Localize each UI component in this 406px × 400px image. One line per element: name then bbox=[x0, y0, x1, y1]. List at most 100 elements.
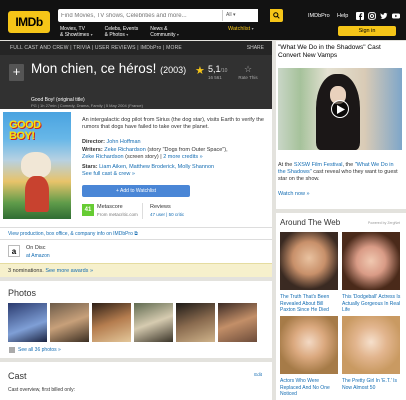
search-icon bbox=[273, 12, 280, 19]
full-cast-link[interactable]: See full cast & crew » bbox=[82, 171, 135, 177]
featured-headline[interactable]: "What We Do in the Shadows" Cast Convert… bbox=[278, 44, 402, 60]
featured-video[interactable] bbox=[278, 68, 402, 150]
powered-by: Powered by ZergNet bbox=[367, 221, 400, 225]
play-button[interactable] bbox=[331, 100, 349, 118]
search-category-select[interactable]: All ▾ bbox=[222, 10, 258, 21]
photo-thumbnail[interactable] bbox=[218, 303, 257, 342]
stars-links[interactable]: Liam Aiken, Matthew Broderick, Molly Sha… bbox=[99, 164, 214, 170]
imdbpro-info-text: View production, box office, & company i… bbox=[8, 231, 133, 237]
star-icon: ★ bbox=[195, 65, 205, 77]
credit-label: Writers: bbox=[82, 147, 103, 153]
web-item-caption[interactable]: The Pretty Girl In 'E.T.' Is Now Almost … bbox=[342, 378, 402, 391]
caret-down-icon: ▾ bbox=[251, 26, 254, 31]
metascore-badge[interactable]: 41 bbox=[82, 204, 94, 216]
writer-note: (screen story) | bbox=[123, 154, 162, 160]
director-credit: Director: John Hoffman bbox=[82, 139, 264, 146]
writer-note: (story "Dogs from Outer Space"), bbox=[145, 147, 228, 153]
amazon-logo-icon[interactable]: a bbox=[8, 245, 20, 257]
search-box: All ▾ bbox=[58, 9, 258, 22]
rate-this-label: Rate This bbox=[238, 75, 258, 80]
search-input[interactable] bbox=[58, 9, 224, 22]
awards-row: 3 nominations. See more awards » bbox=[0, 263, 272, 277]
photo-thumbnail[interactable] bbox=[92, 303, 131, 342]
credit-label: Director: bbox=[82, 139, 105, 145]
twitter-icon[interactable] bbox=[380, 12, 388, 20]
share-button[interactable]: SHARE bbox=[247, 45, 264, 51]
photo-thumbnail[interactable] bbox=[50, 303, 89, 342]
movie-title: Mon chien, ce héros! (2003) bbox=[31, 61, 191, 78]
imdbpro-row: View production, box office, & company i… bbox=[0, 227, 272, 239]
amazon-on-disc[interactable]: On Disc bbox=[26, 245, 46, 251]
nav-celebs[interactable]: Celebs, Events & Photos ▾ bbox=[105, 26, 139, 38]
external-link-icon: ⧉ bbox=[134, 231, 138, 237]
more-credits-link[interactable]: 2 more credits » bbox=[163, 154, 202, 160]
facebook-icon[interactable] bbox=[356, 12, 364, 20]
web-item-caption[interactable]: This 'Dodgeball' Actress Is Actually Gor… bbox=[342, 294, 402, 314]
web-item-caption[interactable]: Actors Who Were Replaced And No One Noti… bbox=[280, 378, 340, 398]
watchlist-label: Watchlist bbox=[228, 26, 251, 32]
amazon-link[interactable]: at Amazon bbox=[26, 253, 50, 259]
director-link[interactable]: John Hoffman bbox=[106, 139, 140, 145]
movie-year[interactable]: (2003) bbox=[160, 65, 186, 75]
nav-news[interactable]: News & Community ▾ bbox=[150, 26, 179, 38]
writer-link[interactable]: Zeke Richardson bbox=[82, 154, 124, 160]
help-link[interactable]: Help bbox=[337, 13, 348, 19]
cast-edit-link[interactable]: Edit bbox=[254, 372, 262, 377]
writers-credit: Writers: Zeke Richardson (story "Dogs fr… bbox=[82, 147, 264, 161]
main-nav: Movies, TV & Showtimes ▾ Celebs, Events & … bbox=[60, 26, 191, 38]
photos-section: Photos See all 36 photos » bbox=[0, 281, 272, 358]
poster-title: GOOD BOY! bbox=[9, 120, 41, 142]
movie-poster[interactable]: GOOD BOY! bbox=[3, 112, 71, 219]
photo-thumbnail[interactable] bbox=[8, 303, 47, 342]
nav-label: & Showtimes bbox=[60, 32, 90, 38]
web-item-image[interactable] bbox=[280, 316, 338, 374]
poster-title-line: BOY! bbox=[9, 130, 35, 142]
more-awards-link[interactable]: See more awards » bbox=[45, 268, 93, 274]
web-item-image[interactable] bbox=[342, 316, 400, 374]
reviews-counts[interactable]: 47 user | 50 critic bbox=[150, 212, 184, 217]
subnav-links[interactable]: FULL CAST AND CREW | TRIVIA | USER REVIE… bbox=[10, 45, 182, 51]
rating-max: /10 bbox=[220, 68, 228, 74]
cast-section: Cast Edit Cast overview, first billed on… bbox=[0, 362, 272, 400]
web-item-image[interactable] bbox=[342, 232, 400, 290]
writer-link[interactable]: Zeke Richardson bbox=[104, 147, 146, 153]
photos-title: Photos bbox=[8, 288, 37, 298]
see-all-photos-link[interactable]: See all 36 photos » bbox=[18, 347, 61, 353]
sign-in-button[interactable]: Sign in bbox=[338, 26, 396, 36]
title-block: + Mon chien, ce héros! (2003) Good Boy! … bbox=[0, 55, 272, 109]
add-to-watchlist-ribbon[interactable]: + bbox=[9, 64, 24, 81]
watch-now-link[interactable]: Watch now » bbox=[278, 191, 310, 197]
awards-text: 3 nominations. See more awards » bbox=[8, 268, 93, 274]
search-button[interactable] bbox=[270, 9, 283, 22]
watchlist-link[interactable]: Watchlist ▾ bbox=[228, 26, 254, 32]
divider bbox=[142, 203, 143, 219]
photo-thumbnail[interactable] bbox=[176, 303, 215, 342]
title-overview: GOOD BOY! An intergalactic dog pilot from… bbox=[0, 109, 272, 227]
photo-thumbnail[interactable] bbox=[134, 303, 173, 342]
web-item-caption[interactable]: The Truth That's Been Revealed About Bil… bbox=[280, 294, 340, 314]
rating-count[interactable]: 16 561 bbox=[208, 75, 222, 80]
instagram-icon[interactable] bbox=[368, 12, 376, 20]
add-to-watchlist-button[interactable]: + Add to Watchlist bbox=[82, 185, 190, 197]
caret-down-icon: ▾ bbox=[126, 32, 129, 37]
rating-value: 5,1/10 bbox=[208, 64, 227, 74]
featured-caption: At the SXSW Film Festival, the "What We … bbox=[278, 162, 402, 183]
imdb-logo[interactable]: IMDb bbox=[8, 11, 50, 33]
web-item-image[interactable] bbox=[280, 232, 338, 290]
nominations-count: 3 nominations. bbox=[8, 268, 44, 274]
nav-label: Community bbox=[150, 32, 176, 38]
star-outline-icon: ☆ bbox=[243, 64, 253, 74]
youtube-icon[interactable] bbox=[392, 12, 400, 20]
caption-text: , the bbox=[342, 162, 355, 168]
nav-label: & Photos bbox=[104, 32, 125, 38]
caption-link[interactable]: SXSW Film Festival bbox=[294, 162, 343, 168]
caret-down-icon: ▾ bbox=[176, 32, 179, 37]
caption-text: At the bbox=[278, 162, 294, 168]
nav-movies[interactable]: Movies, TV & Showtimes ▾ bbox=[60, 26, 93, 38]
rate-this-button[interactable]: ☆ Rate This bbox=[234, 64, 262, 80]
metascore-label[interactable]: Metascore bbox=[97, 204, 123, 210]
amazon-row: a On Disc at Amazon bbox=[0, 239, 272, 263]
poster-dog bbox=[21, 152, 51, 178]
imdbpro-link[interactable]: IMDbPro bbox=[308, 13, 330, 19]
imdbpro-info-link[interactable]: View production, box office, & company i… bbox=[8, 231, 138, 237]
